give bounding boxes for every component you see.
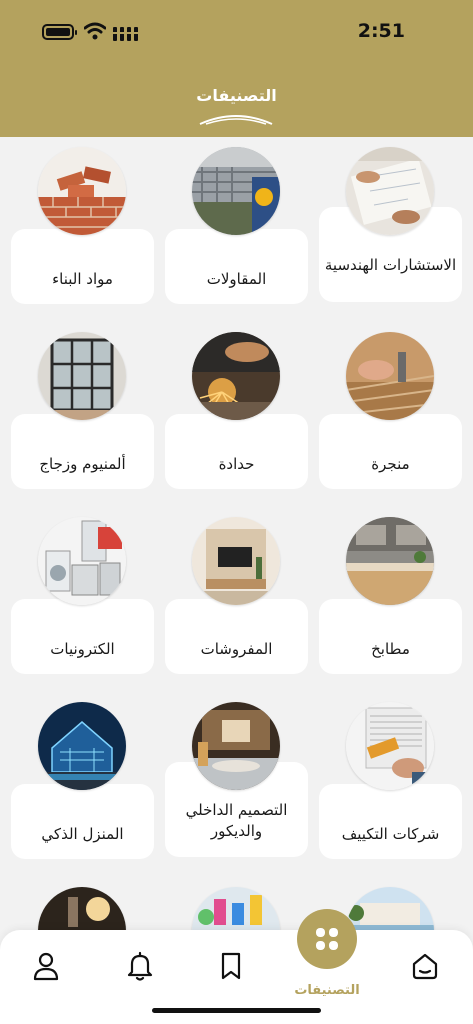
battery-icon xyxy=(42,24,77,40)
wifi-icon xyxy=(84,22,106,40)
category-card-air-conditioning[interactable]: شركات التكييف xyxy=(319,784,462,859)
app-header: 2:51 التصنيفات xyxy=(0,0,473,137)
profile-icon xyxy=(33,952,59,981)
ac-photo[interactable] xyxy=(346,702,434,790)
category-label: شركات التكييف xyxy=(341,825,440,843)
category-label: المفروشات xyxy=(200,640,273,658)
metalwork-photo[interactable] xyxy=(192,332,280,420)
aluminum-glass-photo[interactable] xyxy=(38,332,126,420)
bookmark-icon xyxy=(221,952,241,980)
bell-icon xyxy=(127,951,153,981)
title-swoosh-decoration xyxy=(199,115,273,125)
status-bar: 2:51 xyxy=(0,20,473,44)
category-card-aluminum-glass[interactable]: ألمنيوم وزجاج xyxy=(11,414,154,489)
interior-design-photo[interactable] xyxy=(192,702,280,790)
appliances-photo[interactable] xyxy=(38,517,126,605)
furniture-photo[interactable] xyxy=(192,517,280,605)
category-card-contracting[interactable]: المقاولات xyxy=(165,229,308,304)
category-label: حدادة xyxy=(218,455,255,473)
category-card-carpentry[interactable]: منجرة xyxy=(319,414,462,489)
category-label: مطابخ xyxy=(371,640,410,658)
category-label: المنزل الذكي xyxy=(41,825,124,843)
signal-icon xyxy=(113,27,138,41)
tab-bookmarks[interactable] xyxy=(211,948,251,984)
category-card-electronics[interactable]: الكترونيات xyxy=(11,599,154,674)
category-card-metalwork[interactable]: حدادة xyxy=(165,414,308,489)
tab-home[interactable] xyxy=(405,948,445,984)
contractor-photo[interactable] xyxy=(192,147,280,235)
kitchen-photo[interactable] xyxy=(346,517,434,605)
smart-home-photo[interactable] xyxy=(38,702,126,790)
category-label: الاستشارات الهندسية xyxy=(324,256,457,274)
tab-notifications[interactable] xyxy=(120,948,160,984)
status-time: 2:51 xyxy=(357,20,405,42)
category-card-kitchens[interactable]: مطابخ xyxy=(319,599,462,674)
tab-categories[interactable] xyxy=(297,909,357,969)
category-label: منجرة xyxy=(371,455,410,473)
home-indicator xyxy=(152,1008,321,1013)
category-label: الكترونيات xyxy=(50,640,115,658)
category-card-building-materials[interactable]: مواد البناء xyxy=(11,229,154,304)
category-card-smart-home[interactable]: المنزل الذكي xyxy=(11,784,154,859)
carpentry-photo[interactable] xyxy=(346,332,434,420)
page-title: التصنيفات xyxy=(196,86,277,105)
category-label: المقاولات xyxy=(206,270,267,288)
home-icon xyxy=(412,953,438,980)
category-label: مواد البناء xyxy=(52,270,113,288)
category-card-furniture[interactable]: المفروشات xyxy=(165,599,308,674)
engineering-plans-photo[interactable] xyxy=(346,147,434,235)
bricks-photo[interactable] xyxy=(38,147,126,235)
tab-categories-label: التصنيفات xyxy=(294,983,360,998)
categories-icon xyxy=(316,928,338,950)
categories-grid: الاستشارات الهندسية المقاولات مواد البنا… xyxy=(0,137,473,937)
tab-profile[interactable] xyxy=(26,948,66,984)
category-label: ألمنيوم وزجاج xyxy=(39,455,126,473)
